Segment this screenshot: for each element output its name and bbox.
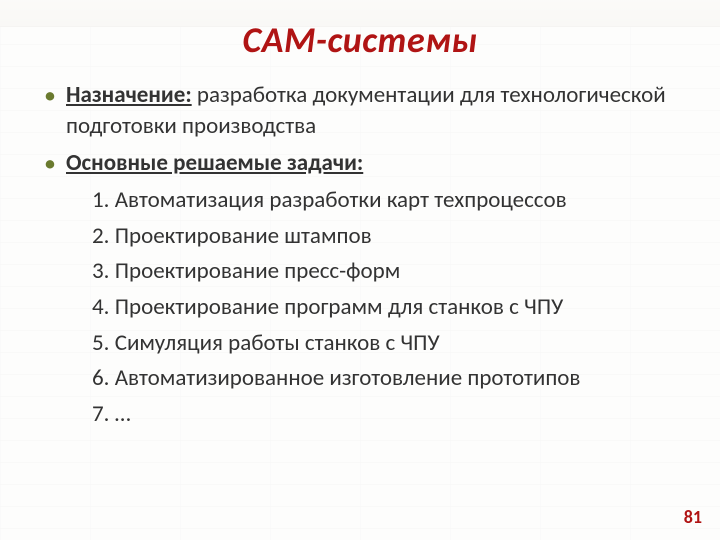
bullet-tasks: Основные решаемые задачи: Автоматизация … (40, 148, 680, 433)
tasks-list: Автоматизация разработки карт техпроцесс… (66, 183, 680, 432)
slide-content: CAM-системы Назначение: разработка докум… (0, 0, 720, 540)
list-item: … (92, 397, 680, 433)
bullet-purpose-label: Назначение: (66, 81, 192, 109)
slide-title: CAM-системы (40, 18, 680, 62)
list-item: Автоматизация разработки карт техпроцесс… (92, 183, 680, 219)
list-item: Проектирование пресс-форм (92, 254, 680, 290)
bullet-purpose: Назначение: разработка документации для … (40, 80, 680, 142)
list-item: Автоматизированное изготовление прототип… (92, 361, 680, 397)
bullet-list: Назначение: разработка документации для … (40, 80, 680, 433)
bullet-tasks-label: Основные решаемые задачи: (66, 149, 363, 177)
page-number: 81 (684, 506, 702, 528)
list-item: Проектирование штампов (92, 219, 680, 255)
list-item: Проектирование программ для станков с ЧП… (92, 290, 680, 326)
list-item: Симуляция работы станков с ЧПУ (92, 326, 680, 362)
